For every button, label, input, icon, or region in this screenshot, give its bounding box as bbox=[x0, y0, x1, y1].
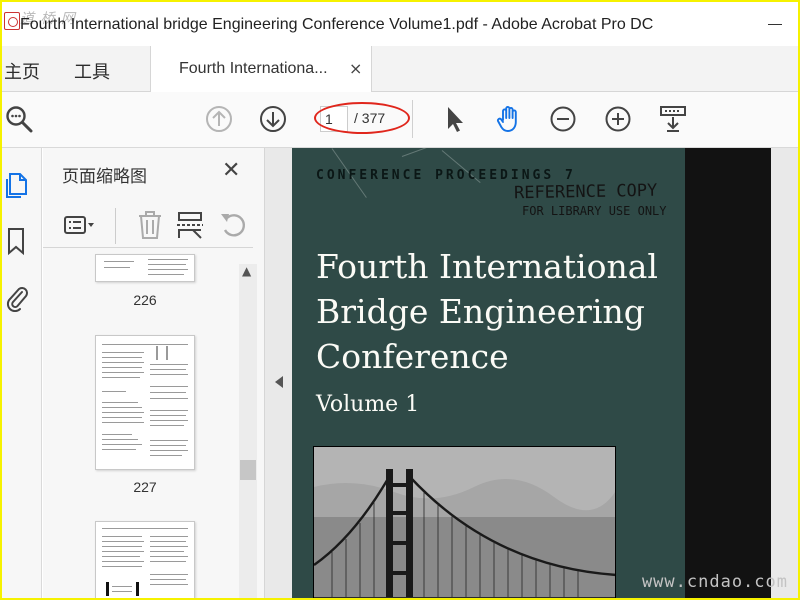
thumbnail-label: 227 bbox=[133, 479, 157, 495]
minimize-button[interactable] bbox=[768, 16, 784, 26]
pointer-arrow-icon[interactable] bbox=[440, 104, 470, 134]
trash-icon[interactable] bbox=[133, 208, 167, 242]
navigation-pane bbox=[2, 148, 42, 598]
document-tab[interactable]: Fourth Internationa... × bbox=[150, 46, 372, 92]
page-navigator: 1 / 377 bbox=[314, 102, 410, 134]
toolbar-divider bbox=[412, 100, 413, 138]
thumbnail-toolbar bbox=[43, 204, 253, 248]
window-title: Fourth International bridge Engineering … bbox=[20, 16, 654, 33]
scroll-up-icon[interactable]: ▲ bbox=[242, 264, 251, 278]
title-bar: 道 桥 网 Fourth International bridge Engine… bbox=[2, 2, 798, 46]
page-edge-shadow bbox=[685, 148, 771, 598]
page-thumbnail[interactable] bbox=[95, 335, 195, 470]
annotation-oval bbox=[314, 102, 410, 134]
options-menu-icon[interactable] bbox=[61, 208, 95, 242]
arrow-down-circle-icon[interactable] bbox=[258, 104, 288, 134]
library-stamp-line2: FOR LIBRARY USE ONLY bbox=[522, 204, 667, 218]
plus-circle-icon[interactable] bbox=[603, 104, 633, 134]
thumbnails-panel: 页面缩略图 ✕ 226 227 ▲ bbox=[43, 148, 265, 598]
watermark-bottom: www.cndao.com bbox=[641, 572, 788, 592]
menu-tools[interactable]: 工具 bbox=[74, 58, 110, 84]
tab-row: 主页 工具 Fourth Internationa... × bbox=[2, 46, 798, 124]
close-tab-icon[interactable]: × bbox=[349, 59, 362, 78]
toolbar: 1 / 377 bbox=[2, 92, 798, 148]
bookmark-icon[interactable] bbox=[4, 226, 30, 256]
library-stamp-line1: REFERENCE COPY bbox=[513, 180, 658, 204]
book-title: Fourth International Bridge Engineering … bbox=[316, 244, 712, 379]
bridge-photo bbox=[313, 446, 616, 598]
thumbnail-label: 226 bbox=[133, 292, 157, 308]
hand-icon[interactable] bbox=[494, 104, 524, 134]
scroll-mode-icon[interactable] bbox=[658, 104, 688, 134]
thumbnail-scrollbar[interactable]: ▲ bbox=[239, 264, 257, 598]
insert-pages-icon[interactable] bbox=[173, 208, 207, 242]
book-volume: Volume 1 bbox=[316, 392, 420, 417]
rotate-icon[interactable] bbox=[217, 208, 251, 242]
menu-home[interactable]: 主页 bbox=[4, 58, 40, 84]
book-title-line: Conference bbox=[316, 337, 509, 376]
cover-crack bbox=[401, 148, 468, 157]
pdf-page-cover: CONFERENCE PROCEEDINGS 7 REFERENCE COPY … bbox=[292, 148, 712, 598]
page-thumbnail[interactable] bbox=[95, 521, 195, 598]
toolbar-divider bbox=[115, 208, 116, 244]
close-panel-icon[interactable]: ✕ bbox=[222, 158, 240, 183]
document-view[interactable]: CONFERENCE PROCEEDINGS 7 REFERENCE COPY … bbox=[265, 148, 798, 598]
acrobat-window: 道 桥 网 Fourth International bridge Engine… bbox=[2, 2, 798, 598]
page-thumbnail[interactable] bbox=[95, 254, 195, 282]
search-icon[interactable] bbox=[4, 104, 34, 134]
arrow-up-circle-icon[interactable] bbox=[204, 104, 234, 134]
book-title-line: Fourth International bbox=[316, 247, 658, 286]
minus-circle-icon[interactable] bbox=[548, 104, 578, 134]
attachment-icon[interactable] bbox=[4, 282, 30, 312]
scrollbar-thumb[interactable] bbox=[240, 460, 256, 480]
series-heading: CONFERENCE PROCEEDINGS 7 bbox=[316, 168, 576, 183]
book-title-line: Bridge Engineering bbox=[316, 292, 645, 331]
panel-title: 页面缩略图 bbox=[62, 167, 147, 187]
collapse-panel-icon[interactable] bbox=[275, 376, 283, 388]
acrobat-logo-icon bbox=[4, 12, 20, 30]
document-tab-label: Fourth Internationa... bbox=[179, 60, 328, 77]
page-thumbnails-icon[interactable] bbox=[4, 170, 30, 200]
